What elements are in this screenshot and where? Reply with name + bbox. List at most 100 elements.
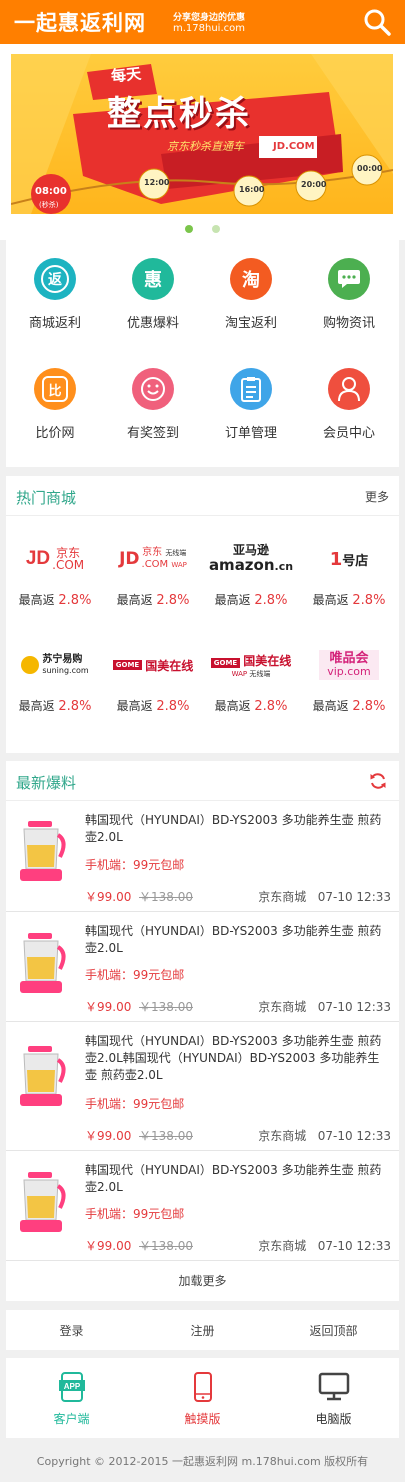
version-switcher: APP 客户端 触摸版 电脑版 <box>6 1358 399 1438</box>
refresh-icon[interactable] <box>369 772 387 794</box>
app-version-button[interactable]: APP 客户端 <box>6 1372 137 1427</box>
carousel-dot-2[interactable] <box>211 225 220 233</box>
carousel-dots <box>0 222 405 237</box>
suning-logo: 苏宁易购 suning.com <box>6 641 104 689</box>
mall-rebate: 最高返 2.8% <box>18 593 92 608</box>
compare-icon: 比 <box>34 368 76 410</box>
nav-label: 购物资讯 <box>322 316 375 331</box>
mall-rebate: 最高返 2.8% <box>18 699 92 714</box>
mall-rebate: 最高返 2.8% <box>116 699 190 714</box>
more-link[interactable]: 更多 <box>365 488 389 505</box>
svg-text:APP: APP <box>63 1382 80 1391</box>
deal-price: ￥99.00 <box>85 890 132 904</box>
deal-meta: 京东商城 07-10 12:33 <box>258 1000 391 1014</box>
deal-original-price: ￥138.00 <box>139 1000 193 1014</box>
hot-malls-panel: 热门商城 更多 JD 京东 .COM 最高返 2.8% JD 京东 无线端 .COM W… <box>6 476 399 753</box>
nav-price-compare[interactable]: 比 比价网 <box>6 368 104 441</box>
back-to-top-link[interactable]: 返回顶部 <box>268 1322 399 1339</box>
deal-original-price: ￥138.00 <box>139 1239 193 1253</box>
deal-meta: 京东商城 07-10 12:33 <box>258 1239 391 1253</box>
vip-logo: 唯品会 vip.com <box>300 641 398 689</box>
nav-label: 有奖签到 <box>126 426 179 441</box>
mall-rebate: 最高返 2.8% <box>214 699 288 714</box>
gome-logo: GOME 国美在线 <box>104 641 202 689</box>
mall-jd-wap[interactable]: JD 京东 无线端 .COM WAP 最高返 2.8% <box>104 535 202 639</box>
deal-meta: 京东商城 07-10 12:33 <box>258 890 391 904</box>
nav-deals[interactable]: 惠 优惠爆料 <box>104 258 202 331</box>
mall-gome[interactable]: GOME 国美在线 最高返 2.8% <box>104 641 202 745</box>
deal-tag: 手机端：99元包邮 <box>85 1207 185 1221</box>
mall-gome-wap[interactable]: GOME 国美在线 WAP 无线端 最高返 2.8% <box>202 641 300 745</box>
deal-title: 韩国现代（HYUNDAI）BD-YS2003 多功能养生壶 煎药壶2.0L韩国现… <box>85 1034 382 1082</box>
banner-time-5: 00:00 <box>357 164 383 173</box>
deal-price: ￥99.00 <box>85 1239 132 1253</box>
deal-item[interactable]: 韩国现代（HYUNDAI）BD-YS2003 多功能养生壶 煎药壶2.0L 手机… <box>6 801 399 912</box>
deal-original-price: ￥138.00 <box>139 1129 193 1143</box>
load-more-button[interactable]: 加载更多 <box>6 1272 399 1289</box>
product-image <box>14 1042 70 1110</box>
mall-suning[interactable]: 苏宁易购 suning.com 最高返 2.8% <box>6 641 104 745</box>
banner-slide[interactable]: 每天 整点秒杀 京东秒杀直通车 JD.COM 08:00 12:00 16:00… <box>11 54 393 214</box>
quick-nav-grid: 返 商城返利 惠 优惠爆料 淘 淘宝返利 购物资讯 比 比价网 有奖签到 订单管… <box>6 240 399 467</box>
deal-item[interactable]: 韩国现代（HYUNDAI）BD-YS2003 多功能养生壶 煎药壶2.0L 手机… <box>6 1151 399 1261</box>
banner-brand: JD.COM <box>273 141 315 152</box>
deal-meta: 京东商城 07-10 12:33 <box>258 1129 391 1143</box>
deal-tag: 手机端：99元包邮 <box>85 968 185 982</box>
banner-headline: 整点秒杀 <box>107 94 251 134</box>
mall-rebate: 最高返 2.8% <box>214 593 288 608</box>
nav-label: 商城返利 <box>28 316 81 331</box>
register-link[interactable]: 注册 <box>137 1322 268 1339</box>
deal-item[interactable]: 韩国现代（HYUNDAI）BD-YS2003 多功能养生壶 煎药壶2.0L 手机… <box>6 912 399 1022</box>
jd-wap-logo: JD 京东 无线端 .COM WAP <box>119 547 187 570</box>
monitor-icon <box>268 1372 399 1406</box>
mall-vip[interactable]: 唯品会 vip.com 最高返 2.8% <box>300 641 398 745</box>
mall-yhd[interactable]: 1 号店 最高返 2.8% <box>300 535 398 639</box>
deal-title: 韩国现代（HYUNDAI）BD-YS2003 多功能养生壶 煎药壶2.0L <box>85 924 382 955</box>
deal-price: ￥99.00 <box>85 1129 132 1143</box>
nav-label: 订单管理 <box>224 426 277 441</box>
version-label: 触摸版 <box>184 1412 221 1426</box>
login-link[interactable]: 登录 <box>6 1322 137 1339</box>
amazon-logo: 亚马逊 amazon.cn <box>208 542 294 574</box>
carousel-dot-1[interactable] <box>185 225 194 233</box>
product-image <box>14 817 70 885</box>
desktop-version-button[interactable]: 电脑版 <box>268 1372 399 1427</box>
site-domain: m.178hui.com <box>173 23 245 34</box>
nav-taobao-rebate[interactable]: 淘 淘宝返利 <box>202 258 300 331</box>
deal-tag: 手机端：99元包邮 <box>85 1097 185 1111</box>
site-slogan: 分享您身边的优惠 <box>173 13 246 23</box>
banner-time-1: 08:00 <box>35 186 67 197</box>
touch-version-button[interactable]: 触摸版 <box>137 1372 268 1427</box>
nav-checkin[interactable]: 有奖签到 <box>104 368 202 441</box>
nav-label: 淘宝返利 <box>224 316 277 331</box>
banner-subtitle: 京东秒杀直通车 <box>167 140 244 153</box>
banner-time-4: 20:00 <box>301 180 327 189</box>
discount-icon: 惠 <box>132 258 174 300</box>
section-title: 最新爆料 <box>16 774 77 792</box>
nav-label: 比价网 <box>35 426 75 441</box>
deal-original-price: ￥138.00 <box>139 890 193 904</box>
chat-icon <box>328 258 370 300</box>
copyright: Copyright © 2012-2015 一起惠返利网 m.178hui.co… <box>36 1455 369 1468</box>
nav-orders[interactable]: 订单管理 <box>202 368 300 441</box>
top-bar: 一起惠返利网 分享您身边的优惠 m.178hui.com <box>0 0 405 44</box>
nav-member-center[interactable]: 会员中心 <box>300 368 398 441</box>
mall-jd[interactable]: JD 京东 .COM 最高返 2.8% <box>6 535 104 639</box>
section-title: 热门商城 <box>16 489 77 507</box>
product-image <box>14 1168 70 1236</box>
deal-item[interactable]: 韩国现代（HYUNDAI）BD-YS2003 多功能养生壶 煎药壶2.0L韩国现… <box>6 1022 399 1151</box>
nav-label: 会员中心 <box>322 426 375 441</box>
mall-rebate: 最高返 2.8% <box>312 699 386 714</box>
site-logo[interactable]: 一起惠返利网 <box>14 7 146 37</box>
nav-label: 优惠爆料 <box>126 316 179 331</box>
version-label: 客户端 <box>53 1412 90 1426</box>
mall-amazon[interactable]: 亚马逊 amazon.cn 最高返 2.8% <box>202 535 300 639</box>
search-icon[interactable] <box>362 7 392 37</box>
nav-mall-rebate[interactable]: 返 商城返利 <box>6 258 104 331</box>
smile-icon <box>132 368 174 410</box>
deal-title: 韩国现代（HYUNDAI）BD-YS2003 多功能养生壶 煎药壶2.0L <box>85 813 382 844</box>
taobao-icon: 淘 <box>230 258 272 300</box>
nav-shopping-news[interactable]: 购物资讯 <box>300 258 398 331</box>
product-image <box>14 929 70 997</box>
footer-links: 登录 注册 返回顶部 <box>6 1310 399 1350</box>
